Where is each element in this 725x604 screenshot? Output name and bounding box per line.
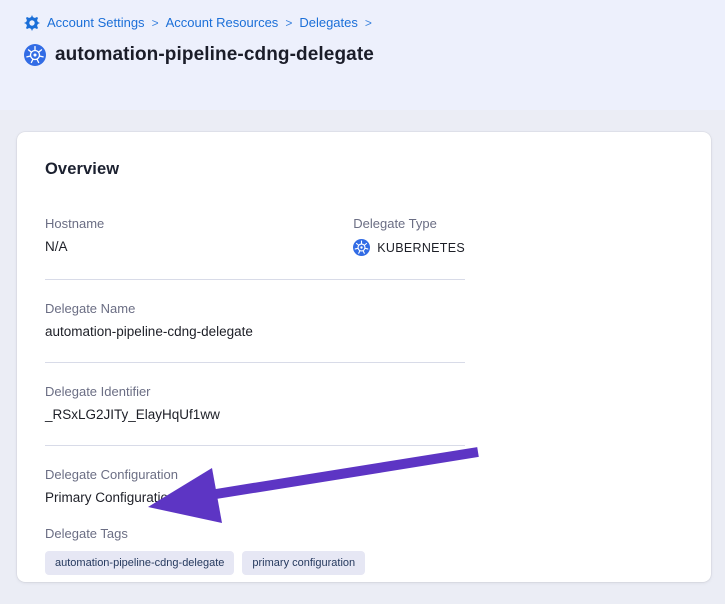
hostname-delegate-type-row: Hostname N/A Delegate Type <box>45 216 465 256</box>
delegate-tags-label: Delegate Tags <box>45 526 465 541</box>
delegate-tag: automation-pipeline-cdng-delegate <box>45 551 234 575</box>
breadcrumb-account-settings[interactable]: Account Settings <box>47 15 145 31</box>
delegate-configuration-label: Delegate Configuration <box>45 467 465 482</box>
overview-card: Overview Hostname N/A Delegate Type <box>17 132 711 582</box>
delegate-configuration-value: Primary Configuration <box>45 490 465 505</box>
delegate-configuration-field: Delegate Configuration Primary Configura… <box>45 467 465 505</box>
page-header: Account Settings > Account Resources > D… <box>0 0 725 110</box>
kubernetes-icon <box>24 44 46 66</box>
delegate-identifier-value: _RSxLG2JITy_ElayHqUf1ww <box>45 407 465 422</box>
breadcrumb-separator: > <box>365 15 372 31</box>
divider <box>45 362 465 363</box>
gear-icon <box>24 15 40 31</box>
delegate-type-value: KUBERNETES <box>377 241 465 255</box>
breadcrumb-account-resources[interactable]: Account Resources <box>166 15 279 31</box>
delegate-name-label: Delegate Name <box>45 301 465 316</box>
divider <box>45 445 465 446</box>
breadcrumb-delegates[interactable]: Delegates <box>299 15 358 31</box>
delegate-identifier-field: Delegate Identifier _RSxLG2JITy_ElayHqUf… <box>45 384 465 422</box>
page-title: automation-pipeline-cdng-delegate <box>55 44 374 66</box>
breadcrumb: Account Settings > Account Resources > D… <box>24 15 701 31</box>
overview-heading: Overview <box>45 160 683 179</box>
delegate-type-label: Delegate Type <box>353 216 465 231</box>
hostname-field: Hostname N/A <box>45 216 353 256</box>
delegate-tag: primary configuration <box>242 551 365 575</box>
hostname-value: N/A <box>45 239 353 254</box>
delegate-identifier-label: Delegate Identifier <box>45 384 465 399</box>
kubernetes-icon <box>353 239 370 256</box>
delegate-name-field: Delegate Name automation-pipeline-cdng-d… <box>45 301 465 339</box>
delegate-name-value: automation-pipeline-cdng-delegate <box>45 324 465 339</box>
hostname-label: Hostname <box>45 216 353 231</box>
delegate-tags-field: Delegate Tags automation-pipeline-cdng-d… <box>45 526 465 575</box>
breadcrumb-separator: > <box>285 15 292 31</box>
title-row: automation-pipeline-cdng-delegate <box>24 44 701 66</box>
delegate-type-field: Delegate Type <box>353 216 465 256</box>
breadcrumb-separator: > <box>152 15 159 31</box>
divider <box>45 279 465 280</box>
